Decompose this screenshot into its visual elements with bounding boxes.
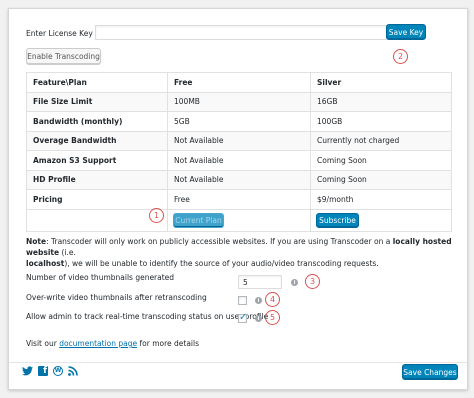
note-bold-prefix: Note (26, 237, 47, 246)
thumbnails-value: 5 (243, 278, 248, 287)
row-label: Amazon S3 Support (26, 150, 168, 171)
free-action-cell: Current Plan (167, 208, 311, 232)
docs-suffix: for more details (137, 339, 199, 348)
note-text: Note: Transcoder will only work on publi… (26, 236, 456, 269)
license-key-label: Enter License Key (26, 29, 93, 38)
free-value: Free (167, 189, 311, 210)
table-row: HD Profile Not Available Coming Soon (26, 169, 452, 190)
footer-divider (9, 362, 467, 363)
silver-value: Currently not charged (310, 130, 452, 151)
marker-5: 5 (265, 310, 280, 325)
transcoder-settings-panel: Enter License Key Save Key 2 Enable Tran… (8, 8, 468, 390)
table-row: Amazon S3 Support Not Available Coming S… (26, 150, 452, 171)
overwrite-label: Over-write video thumbnails after retran… (26, 293, 207, 302)
table-actions-row: Current Plan Subscribe (26, 208, 452, 232)
header-feature: Feature\Plan (26, 72, 168, 93)
silver-value: 16GB (310, 91, 452, 112)
info-icon[interactable]: i (255, 315, 262, 322)
note-text-part: : Transcoder will only work on publicly … (46, 237, 393, 246)
row-label: HD Profile (26, 169, 168, 190)
plans-table: Feature\Plan Free Silver File Size Limit… (26, 72, 452, 232)
row-label: Overage Bandwidth (26, 130, 168, 151)
facebook-icon[interactable]: f (38, 366, 48, 376)
note-text-part: (i.e. (59, 248, 76, 257)
docs-text: Visit our documentation page for more de… (26, 339, 199, 348)
table-row: Pricing Free $9/month (26, 189, 452, 210)
note-bold-localhost: localhost (26, 259, 65, 268)
table-header-row: Feature\Plan Free Silver (26, 72, 452, 93)
free-value: Not Available (167, 130, 311, 151)
enable-transcoding-button[interactable]: Enable Transcoding (26, 48, 101, 64)
free-value: Not Available (167, 150, 311, 171)
table-row: File Size Limit 100MB 16GB (26, 91, 452, 112)
silver-value: 100GB (310, 111, 452, 132)
track-status-checkbox[interactable]: ✓ (238, 312, 248, 323)
subscribe-button[interactable]: Subscribe (316, 212, 359, 228)
info-icon[interactable]: i (291, 279, 298, 286)
row-label: Bandwidth (monthly) (26, 111, 168, 132)
wordpress-icon[interactable]: W (53, 366, 63, 376)
empty-cell (26, 208, 168, 232)
save-changes-button[interactable]: Save Changes (402, 364, 458, 380)
silver-action-cell: Subscribe (310, 208, 452, 232)
overwrite-checkbox[interactable] (238, 296, 247, 305)
row-label: File Size Limit (26, 91, 168, 112)
rss-icon[interactable] (68, 366, 78, 376)
row-label: Pricing (26, 189, 168, 210)
info-icon[interactable]: i (255, 297, 262, 304)
checkmark-icon: ✓ (239, 312, 248, 323)
marker-4: 4 (265, 292, 280, 307)
silver-value: Coming Soon (310, 150, 452, 171)
silver-value: Coming Soon (310, 169, 452, 190)
current-plan-button[interactable]: Current Plan (173, 212, 224, 228)
free-value: Not Available (167, 169, 311, 190)
track-status-label: Allow admin to track real-time transcodi… (26, 312, 269, 321)
marker-1: 1 (149, 208, 164, 223)
free-value: 100MB (167, 91, 311, 112)
thumbnails-input[interactable]: 5 (238, 275, 282, 289)
marker-3: 3 (305, 274, 320, 289)
table-row: Bandwidth (monthly) 5GB 100GB (26, 111, 452, 132)
marker-2: 2 (393, 49, 408, 64)
license-key-input[interactable] (95, 25, 388, 40)
docs-prefix: Visit our (26, 339, 60, 348)
free-value: 5GB (167, 111, 311, 132)
note-text-part: ), we will be unable to identify the sou… (64, 259, 379, 268)
header-silver: Silver (310, 72, 452, 93)
thumbnails-label: Number of video thumbnails generated (26, 273, 175, 282)
header-free: Free (167, 72, 311, 93)
twitter-icon[interactable] (22, 366, 33, 376)
table-row: Overage Bandwidth Not Available Currentl… (26, 130, 452, 151)
documentation-link[interactable]: documentation page (59, 339, 137, 348)
silver-value: $9/month (310, 189, 452, 210)
save-key-button[interactable]: Save Key (386, 24, 426, 40)
